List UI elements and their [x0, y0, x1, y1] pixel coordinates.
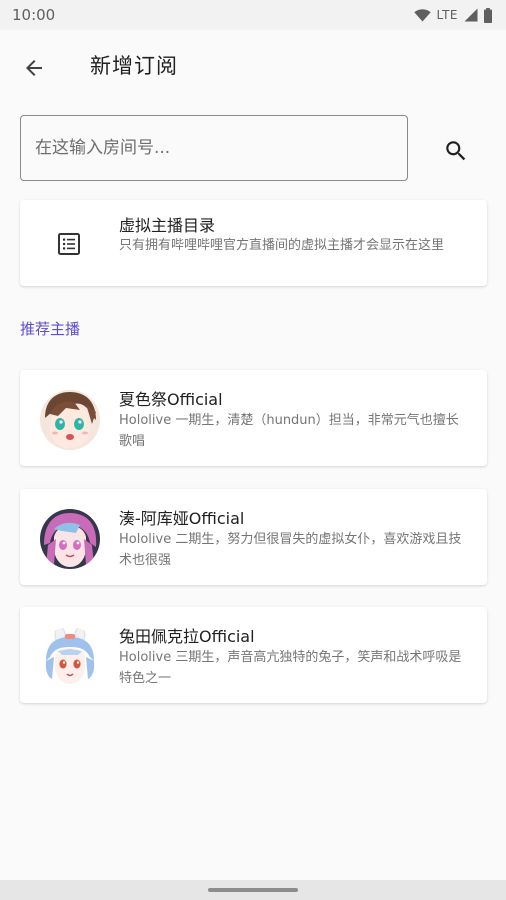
- streamer-description: Hololive 三期生，声音高亢独特的兔子，笑声和战术呼吸是特色之一: [119, 650, 462, 686]
- vtuber-directory-card[interactable]: 虚拟主播目录 只有拥有哔哩哔哩官方直播间的虚拟主播才会显示在这里: [20, 200, 487, 286]
- screen: 10:00 LTE 新增订阅 在这输入房间号... 虚拟主播目录 只有拥有哔哩哔…: [0, 0, 506, 900]
- search-button[interactable]: [438, 133, 474, 169]
- streamer-description: Hololive 二期生，努力但很冒失的虚拟女仆，喜欢游戏且技术也很强: [119, 532, 462, 568]
- cell-signal-icon: [464, 8, 478, 22]
- page-title: 新增订阅: [90, 54, 178, 78]
- streamer-description: Hololive 一期生，清楚（hundun）担当，非常元气也擅长歌唱: [119, 413, 459, 449]
- directory-title: 虚拟主播目录: [119, 216, 216, 235]
- search-icon: [446, 141, 466, 161]
- streamer-name: 湊-阿库娅Official: [119, 509, 245, 528]
- network-type: LTE: [436, 8, 458, 22]
- home-gesture-handle[interactable]: [208, 888, 298, 892]
- room-number-input[interactable]: [20, 115, 408, 181]
- streamer-card-usada-pekora[interactable]: 兔田佩克拉Official Hololive 三期生，声音高亢独特的兔子，笑声和…: [20, 607, 487, 703]
- avatar: [40, 627, 100, 687]
- battery-icon: [484, 7, 492, 23]
- streamer-name: 兔田佩克拉Official: [119, 627, 255, 646]
- app-bar: 新增订阅: [0, 30, 506, 102]
- directory-description: 只有拥有哔哩哔哩官方直播间的虚拟主播才会显示在这里: [119, 238, 445, 253]
- streamer-name: 夏色祭Official: [119, 390, 223, 409]
- status-time: 10:00: [12, 6, 56, 24]
- status-icons: LTE: [413, 7, 492, 23]
- streamer-card-natsuiro-matsuri[interactable]: 夏色祭Official Hololive 一期生，清楚（hundun）担当，非常…: [20, 370, 487, 466]
- wifi-icon: [413, 9, 431, 22]
- recommended-section-header: 推荐主播: [20, 320, 81, 338]
- arrow-back-icon: [26, 60, 42, 76]
- status-bar: 10:00 LTE: [0, 0, 506, 30]
- list-icon: [58, 233, 80, 255]
- streamer-card-minato-aqua[interactable]: 湊-阿库娅Official Hololive 二期生，努力但很冒失的虚拟女仆，喜…: [20, 489, 487, 585]
- back-button[interactable]: [18, 52, 50, 84]
- avatar: [40, 509, 100, 569]
- avatar: [40, 390, 100, 450]
